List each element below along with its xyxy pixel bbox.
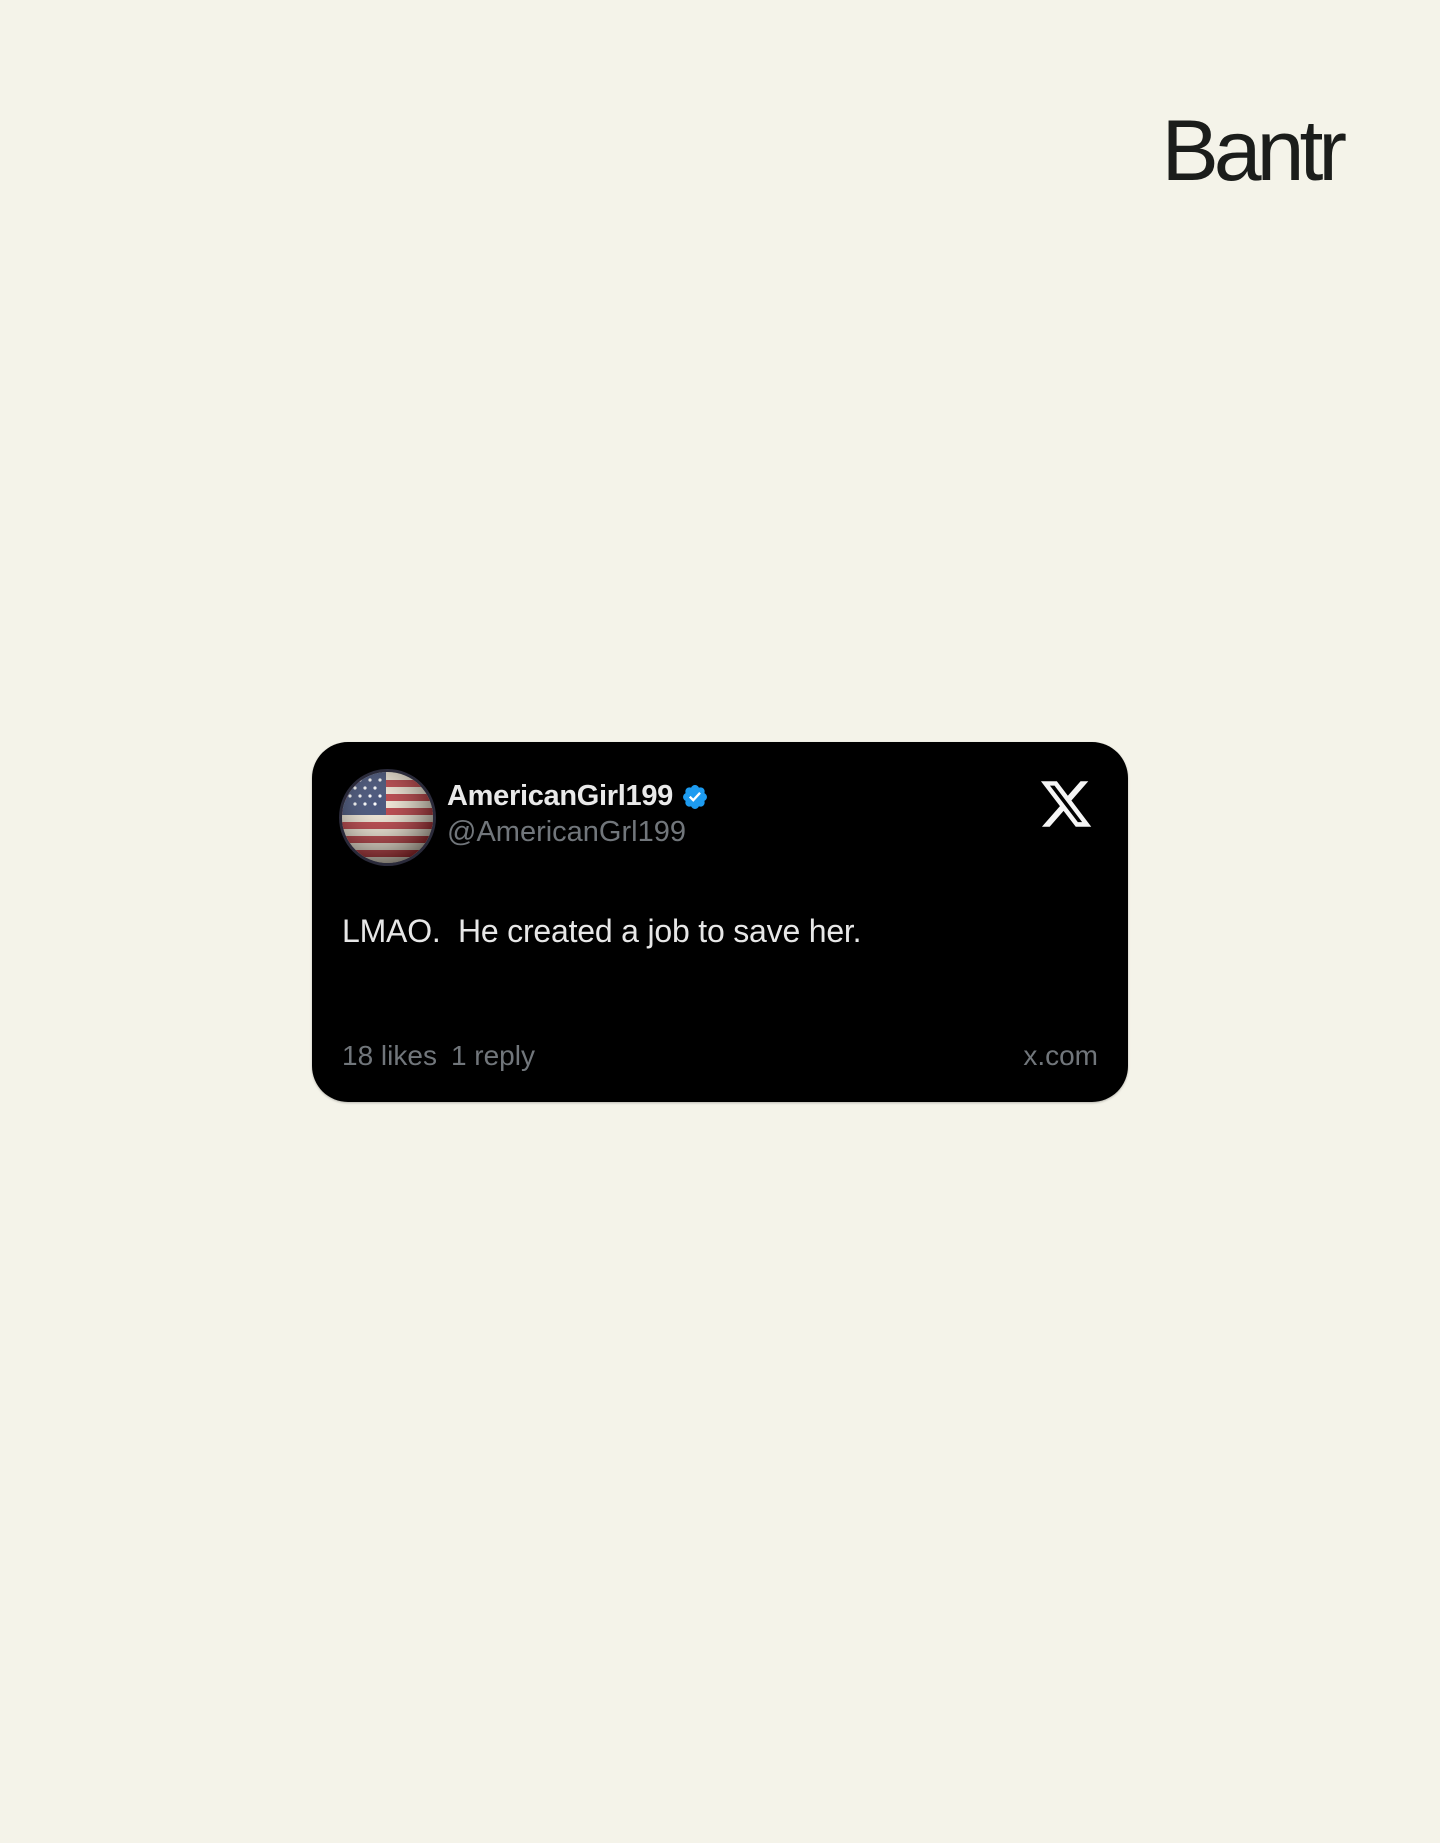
replies-count[interactable]: 1 reply: [451, 1040, 535, 1072]
source-link[interactable]: x.com: [1023, 1040, 1098, 1072]
post-footer: 18 likes 1 reply x.com: [342, 1040, 1098, 1072]
american-flag-avatar-icon: [342, 772, 433, 863]
post-author[interactable]: AmericanGirl199 @AmericanGrl199: [447, 780, 709, 850]
x-logo-icon: [1040, 781, 1092, 827]
likes-count[interactable]: 18 likes: [342, 1040, 437, 1072]
user-handle[interactable]: @AmericanGrl199: [447, 815, 709, 850]
post-text: LMAO. He created a job to save her.: [342, 913, 862, 949]
brand-logo: Bantr: [1161, 103, 1347, 199]
avatar[interactable]: [342, 772, 433, 863]
post-card[interactable]: AmericanGirl199 @AmericanGrl199 LMAO. He…: [312, 742, 1128, 1102]
x-logo[interactable]: [1038, 776, 1094, 837]
post-stats: 18 likes 1 reply: [342, 1040, 535, 1072]
display-name[interactable]: AmericanGirl199: [447, 780, 673, 813]
verified-badge-icon: [683, 784, 707, 809]
